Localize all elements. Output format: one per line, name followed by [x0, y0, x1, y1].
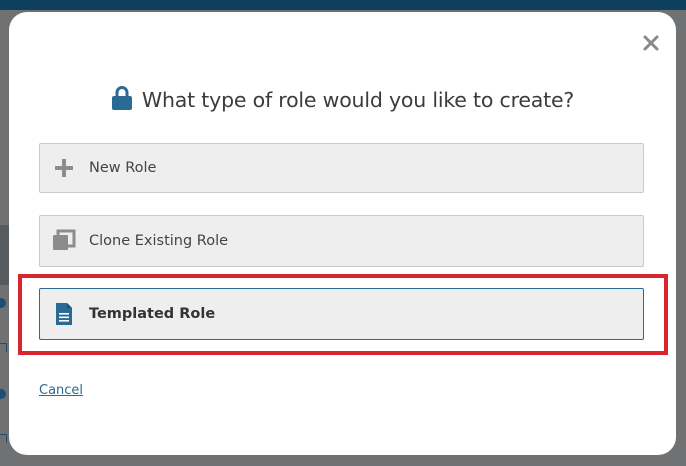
close-icon[interactable] — [640, 32, 662, 54]
background-header-bar — [0, 0, 686, 10]
dialog-title-row: What type of role would you like to crea… — [9, 85, 676, 112]
clone-icon — [52, 229, 76, 253]
clone-existing-role-option[interactable]: Clone Existing Role — [39, 215, 644, 267]
lock-icon — [111, 85, 133, 111]
templated-role-label: Templated Role — [89, 306, 216, 322]
background-external-link-icon — [0, 434, 7, 443]
new-role-label: New Role — [89, 160, 157, 176]
plus-icon — [52, 156, 76, 180]
new-role-option[interactable]: New Role — [39, 143, 644, 193]
cancel-link[interactable]: Cancel — [39, 383, 83, 398]
document-icon — [52, 302, 76, 326]
create-role-dialog: What type of role would you like to crea… — [9, 12, 676, 455]
clone-existing-role-label: Clone Existing Role — [89, 233, 229, 249]
background-info-icon — [0, 389, 6, 399]
templated-role-option[interactable]: Templated Role — [39, 288, 644, 340]
background-external-link-icon — [0, 343, 7, 352]
background-info-icon — [0, 298, 6, 308]
dialog-title: What type of role would you like to crea… — [141, 88, 575, 112]
